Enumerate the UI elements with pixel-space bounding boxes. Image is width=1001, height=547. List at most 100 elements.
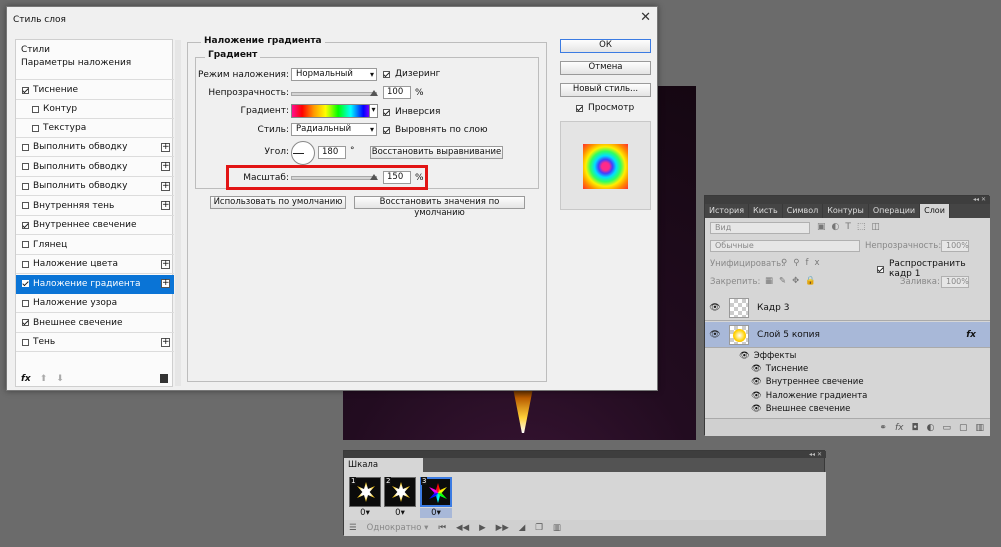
style-item[interactable]: Выполнить обводку + — [16, 138, 174, 157]
opacity-slider[interactable] — [291, 90, 378, 96]
opacity-input[interactable]: 100 — [383, 86, 411, 99]
add-icon[interactable]: + — [161, 181, 170, 191]
style-item[interactable]: Текстура — [16, 119, 174, 138]
frame-delay[interactable]: 0 — [395, 508, 400, 518]
visibility-eye-icon[interactable]: 👁 — [751, 364, 762, 374]
visibility-eye-icon[interactable]: 👁 — [751, 404, 762, 414]
effect-row[interactable]: 👁 Тиснение — [705, 362, 990, 375]
panel-tab[interactable]: История — [705, 204, 750, 218]
frame-1[interactable]: 1 0▾ — [349, 477, 381, 519]
lock-icons[interactable]: ▦✎✥🔒 — [765, 276, 822, 286]
trash-icon[interactable]: ▥ — [975, 423, 984, 433]
effect-row[interactable]: 👁 Внешнее свечение — [705, 403, 990, 416]
timeline-collapse-icon[interactable]: ◂◂ ✕ — [344, 451, 826, 458]
list-scrollbar[interactable] — [175, 40, 181, 386]
play-icon[interactable]: ▶ — [479, 523, 486, 533]
delete-frame-icon[interactable]: ▥ — [553, 523, 561, 533]
preview-checkbox[interactable]: Просмотр — [576, 103, 634, 113]
layer-blend-select[interactable]: Обычные — [710, 240, 860, 252]
panel-tab[interactable]: Слои — [920, 204, 950, 218]
style-item[interactable]: Выполнить обводку + — [16, 177, 174, 196]
effects-row[interactable]: 👁 Эффекты — [705, 349, 990, 362]
ok-button[interactable]: ОК — [560, 39, 651, 53]
style-checkbox[interactable] — [32, 124, 39, 132]
trash-icon[interactable] — [160, 374, 168, 383]
angle-input[interactable]: 180 — [318, 146, 346, 159]
link-icon[interactable]: ⚭ — [879, 423, 887, 433]
style-item[interactable]: Внутренняя тень + — [16, 197, 174, 216]
gradient-dropdown-icon[interactable]: ▾ — [369, 104, 378, 118]
style-item[interactable]: Тиснение — [16, 81, 174, 100]
style-item[interactable]: Наложение цвета + — [16, 255, 174, 274]
add-icon[interactable]: + — [161, 201, 170, 210]
style-checkbox[interactable] — [22, 86, 29, 94]
make-default-button[interactable]: Использовать по умолчанию — [210, 196, 346, 209]
visibility-eye-icon[interactable]: 👁 — [751, 391, 762, 401]
close-icon[interactable]: ✕ — [640, 10, 651, 25]
add-icon[interactable]: + — [161, 259, 170, 269]
style-item[interactable]: Тень + — [16, 333, 174, 352]
panel-tab[interactable]: Кисть — [749, 204, 783, 218]
dither-checkbox[interactable]: Дизеринг — [383, 69, 440, 79]
frame-delay[interactable]: 0 — [360, 508, 365, 518]
style-item[interactable]: Наложение узора — [16, 294, 174, 313]
align-checkbox[interactable]: Выровнять по слою — [383, 125, 488, 135]
filter-icons[interactable]: ▣◐T⬚◫ — [817, 222, 886, 232]
style-checkbox[interactable] — [22, 319, 29, 326]
fx-icon[interactable]: fx — [895, 423, 904, 433]
visibility-eye-icon[interactable]: 👁 — [705, 303, 725, 313]
fill-input[interactable]: 100% — [941, 276, 969, 288]
style-checkbox[interactable] — [22, 280, 29, 287]
layer-fx-icon[interactable]: fx — [966, 330, 976, 340]
style-checkbox[interactable] — [22, 260, 29, 268]
style-checkbox[interactable] — [22, 143, 29, 151]
frame-3[interactable]: 3 0▾ — [420, 477, 452, 519]
convert-icon[interactable]: ☰ — [349, 523, 357, 533]
panel-tab[interactable]: Операции — [869, 204, 921, 218]
style-checkbox[interactable] — [22, 241, 29, 248]
cancel-button[interactable]: Отмена — [560, 61, 651, 75]
style-checkbox[interactable] — [22, 221, 29, 229]
panel-collapse-icon[interactable]: ◂◂ ✕ — [705, 196, 990, 204]
timeline-tab[interactable]: Шкала времени — [344, 458, 423, 480]
style-select[interactable]: Радиальный — [291, 123, 377, 136]
reset-default-button[interactable]: Восстановить значения по умолчанию — [354, 196, 525, 218]
blend-options-item[interactable]: Параметры наложения — [16, 55, 174, 80]
new-style-button[interactable]: Новый стиль... — [560, 83, 651, 97]
layer-filter-select[interactable]: Вид — [710, 222, 810, 234]
add-icon[interactable]: + — [161, 162, 170, 171]
style-item[interactable]: Внешнее свечение — [16, 314, 174, 333]
layer-row-selected[interactable]: 👁 Слой 5 копия fx — [705, 322, 990, 348]
duplicate-frame-icon[interactable]: ❐ — [535, 523, 543, 533]
add-icon[interactable]: + — [161, 142, 170, 152]
panel-tab[interactable]: Символ — [783, 204, 824, 218]
effect-row[interactable]: 👁 Наложение градиента — [705, 389, 990, 402]
style-checkbox[interactable] — [22, 299, 29, 307]
fx-icon[interactable]: fx — [21, 374, 31, 384]
style-item[interactable]: Наложение градиента + — [16, 274, 174, 294]
style-checkbox[interactable] — [22, 202, 29, 209]
loop-select[interactable]: Однократно ▾ — [367, 523, 429, 533]
visibility-eye-icon[interactable]: 👁 — [751, 377, 762, 387]
adjustment-icon[interactable]: ◐ — [927, 423, 935, 433]
style-checkbox[interactable] — [22, 182, 29, 190]
style-checkbox[interactable] — [32, 105, 39, 113]
gradient-swatch[interactable] — [291, 104, 377, 118]
next-frame-icon[interactable]: ▶▶ — [496, 523, 509, 533]
tween-icon[interactable]: ◢ — [519, 523, 526, 533]
prev-frame-icon[interactable]: ◀◀ — [456, 523, 469, 533]
layer-row-frame3[interactable]: 👁 Кадр 3 — [705, 295, 990, 321]
style-item[interactable]: Выполнить обводку + — [16, 158, 174, 177]
propagate-checkbox[interactable]: Распространить кадр 1 — [877, 259, 990, 279]
mask-icon[interactable]: ◘ — [911, 423, 918, 433]
frame-2[interactable]: 2 0▾ — [384, 477, 416, 519]
style-item[interactable]: Глянец — [16, 236, 174, 255]
add-icon[interactable]: + — [161, 279, 170, 288]
style-item[interactable]: Внутреннее свечение — [16, 216, 174, 235]
style-checkbox[interactable] — [22, 338, 29, 346]
frame-delay[interactable]: 0 — [431, 508, 436, 518]
reverse-checkbox[interactable]: Инверсия — [383, 107, 440, 117]
style-checkbox[interactable] — [22, 163, 29, 170]
panel-tab[interactable]: Контуры — [823, 204, 869, 218]
angle-dial[interactable] — [291, 141, 315, 165]
